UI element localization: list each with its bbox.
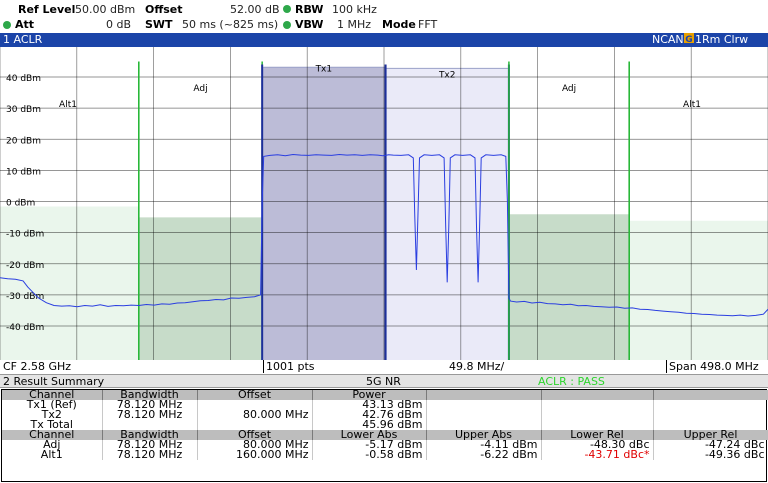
swt-value[interactable]: 50 ms (~825 ms) (182, 18, 278, 31)
column-header-6 (653, 390, 768, 400)
cell-4 (426, 410, 542, 420)
vbw-indicator-icon (283, 21, 291, 29)
y-tick-label-7: -30 dBm (6, 292, 44, 302)
aclr-chart: 40 dBm 30 dBm 20 dBm 10 dBm 0 dBm -10 dBm -20 … (0, 47, 768, 360)
cell-6 (653, 400, 768, 410)
channel-label-1: Adj (193, 84, 207, 94)
cell-2: 160.000 MHz (197, 449, 313, 460)
rbw-label: RBW (295, 3, 324, 16)
sweep-points: 1001 pts (266, 360, 315, 373)
channel-label-3: Tx2 (438, 70, 456, 80)
cell-2: 80.000 MHz (197, 409, 313, 420)
column-header-5 (541, 390, 654, 400)
y-tick-label-4: 0 dBm (6, 199, 35, 209)
result-summary-table: Channel Bandwidth Offset Power Tx1 (Ref) 78.1… (1, 389, 768, 482)
rbw-indicator-icon (283, 5, 291, 13)
aclr-window-title-bar[interactable]: 1 ACLR NCAN G 1Rm Clrw (0, 33, 768, 47)
adj-row-1: Alt1 78.120 MHz 160.000 MHz -0.58 dBm -6.22 … (2, 449, 768, 460)
column-header-2: Offset (197, 389, 313, 400)
mode-value[interactable]: FFT (418, 18, 437, 31)
cell-6 (653, 410, 768, 420)
result-summary-title: 2 Result Summary (3, 375, 105, 388)
channel-label-5: Alt1 (683, 100, 701, 110)
mode-label: Mode (382, 18, 416, 31)
ref-level-label: Ref Level (18, 3, 76, 16)
channel-label-0: Alt1 (59, 100, 77, 110)
cell-0: Alt1 (2, 449, 103, 460)
column-header-4 (426, 390, 542, 400)
y-tick-label-2: 20 dBm (6, 136, 41, 146)
cell-5 (541, 410, 654, 420)
channel-label-4: Adj (562, 84, 576, 94)
window-title: 1 ACLR (3, 33, 43, 46)
y-tick-label-0: 40 dBm (6, 74, 41, 84)
trace-mode[interactable]: 1Rm Clrw (695, 33, 748, 47)
cell-4: -6.22 dBm (426, 449, 542, 460)
att-indicator-icon (3, 21, 11, 29)
channel-label-2: Tx1 (315, 64, 333, 74)
att-label: Att (15, 18, 35, 31)
cell-1: 78.120 MHz (102, 409, 198, 420)
cell-5: -43.71 dBc* (541, 449, 654, 460)
ncan-indicator: NCAN (652, 33, 684, 46)
result-summary-title-bar[interactable]: 2 Result Summary 5G NR ACLR : PASS (0, 374, 768, 388)
att-value[interactable]: 0 dB (106, 18, 131, 31)
spectrum-plot[interactable]: 40 dBm 30 dBm 20 dBm 10 dBm 0 dBm -10 dBm -20 … (0, 47, 768, 360)
channel-region-5 (629, 220, 768, 360)
vbw-value[interactable]: 1 MHz (337, 18, 371, 31)
center-frequency[interactable]: CF 2.58 GHz (3, 360, 71, 373)
y-tick-label-6: -20 dBm (6, 261, 44, 271)
aclr-status: ACLR : PASS (538, 375, 605, 388)
rbw-value[interactable]: 100 kHz (332, 3, 377, 16)
channel-region-1 (138, 217, 263, 360)
parameter-header: Ref Level 50.00 dBm Offset 52.00 dB RBW … (0, 0, 768, 33)
cell-3: -0.58 dBm (312, 449, 427, 460)
ref-level-value[interactable]: 50.00 dBm (75, 3, 135, 16)
channel-region-2 (262, 67, 386, 360)
swt-label: SWT (145, 18, 173, 31)
channel-region-4 (508, 214, 630, 360)
standard-name: 5G NR (366, 375, 401, 388)
y-tick-label-1: 30 dBm (6, 105, 41, 115)
vbw-label: VBW (295, 18, 324, 31)
y-tick-label-8: -40 dBm (6, 323, 44, 333)
cell-6: -49.36 dBc (653, 449, 768, 460)
cell-4 (426, 400, 542, 410)
y-tick-label-3: 10 dBm (6, 167, 41, 177)
offset-value[interactable]: 52.00 dB (230, 3, 280, 16)
division: 49.8 MHz/ (449, 360, 505, 373)
offset-label: Offset (145, 3, 183, 16)
trace-marker-icon: G (684, 33, 694, 45)
cell-1: 78.120 MHz (102, 449, 198, 460)
plot-footer: CF 2.58 GHz 1001 pts 49.8 MHz/ Span 498.… (0, 360, 768, 373)
cell-5 (541, 400, 654, 410)
y-tick-label-5: -10 dBm (6, 230, 44, 240)
channel-region-3 (385, 68, 509, 360)
span[interactable]: Span 498.0 MHz (669, 360, 759, 373)
